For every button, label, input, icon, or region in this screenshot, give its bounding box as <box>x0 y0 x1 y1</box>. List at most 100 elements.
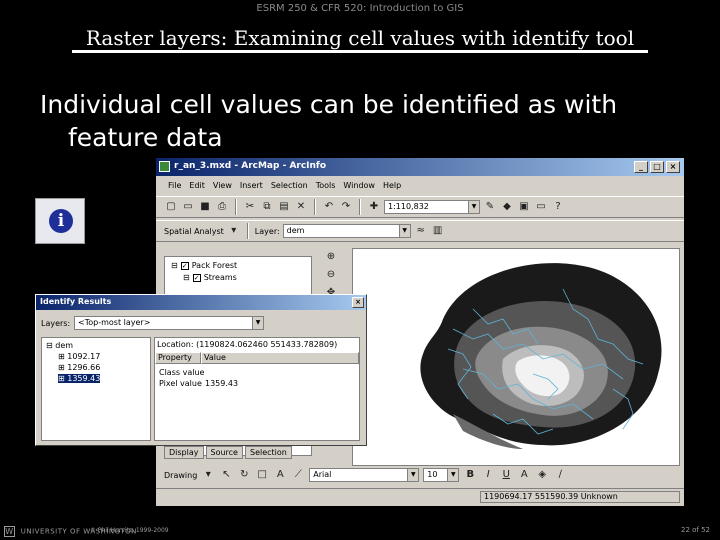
toc-layer-label: Streams <box>203 273 237 282</box>
tab-source[interactable]: Source <box>205 446 243 459</box>
identify-title: Identify Results <box>40 297 112 306</box>
tree-item[interactable]: ⊞ 1092.17 <box>58 352 100 361</box>
uw-w-icon: W <box>4 526 15 537</box>
spatial-analyst-menu[interactable]: Spatial Analyst <box>164 227 224 236</box>
chevron-down-icon[interactable]: ▼ <box>398 225 410 237</box>
identify-tree: ⊟ dem ⊞ 1092.17 ⊞ 1296.66 ⊞ 1359.43 <box>41 337 151 441</box>
menu-edit[interactable]: Edit <box>189 181 205 194</box>
fill-color-icon[interactable]: ◈ <box>535 468 549 482</box>
edit-vertices-icon[interactable]: ⟋ <box>291 468 305 482</box>
zoom-out-icon[interactable]: ⊖ <box>324 268 338 282</box>
editor-icon[interactable]: ✎ <box>483 200 497 214</box>
checkbox-icon[interactable]: ✓ <box>180 261 189 270</box>
help-icon[interactable]: ? <box>551 200 565 214</box>
open-icon[interactable]: ▭ <box>181 200 195 214</box>
identify-tool-button[interactable]: i <box>35 198 85 244</box>
column-header-property[interactable]: Property <box>155 352 201 364</box>
layers-dropdown[interactable]: <Top-most layer> ▼ <box>74 316 264 330</box>
collapse-icon[interactable]: ⊟ <box>171 261 178 270</box>
dem-raster-map <box>420 263 662 449</box>
menu-insert[interactable]: Insert <box>240 181 263 194</box>
histogram-icon[interactable]: ▥ <box>431 224 445 238</box>
arcmap-app-icon <box>159 161 170 172</box>
status-bar: 1190694.17 551590.39 Unknown <box>156 488 684 504</box>
tab-display[interactable]: Display <box>164 446 204 459</box>
minimize-button[interactable]: _ <box>634 161 648 173</box>
chevron-down-icon[interactable]: ▼ <box>468 201 479 213</box>
zoom-in-icon[interactable]: ⊕ <box>324 250 338 264</box>
map-view[interactable] <box>352 248 680 466</box>
drawing-menu[interactable]: Drawing <box>164 471 197 480</box>
chevron-down-icon[interactable]: ▼ <box>252 317 263 329</box>
tree-item-label: 1359.43 <box>67 374 101 383</box>
menu-window[interactable]: Window <box>343 181 375 194</box>
font-combo[interactable]: Arial ▼ <box>309 468 420 482</box>
identify-title-bar: Identify Results × <box>36 295 366 310</box>
font-size-combo[interactable]: 10 ▼ <box>423 468 460 482</box>
tree-root-label: dem <box>55 341 74 350</box>
new-icon[interactable]: ▢ <box>164 200 178 214</box>
drawing-toolbar: Drawing ▾ ↖ ↻ □ A ⟋ Arial ▼ 10 ▼ B I U A… <box>164 466 680 484</box>
close-button[interactable]: × <box>666 161 680 173</box>
select-elements-icon[interactable]: ↖ <box>219 468 233 482</box>
toc-data-frame[interactable]: ⊟ ✓ Pack Forest <box>171 261 237 270</box>
bold-button[interactable]: B <box>463 468 477 482</box>
copy-icon[interactable]: ⧉ <box>260 200 274 214</box>
cut-icon[interactable]: ✂ <box>243 200 257 214</box>
paste-icon[interactable]: ▤ <box>277 200 291 214</box>
arctoolbox-icon[interactable]: ◆ <box>500 200 514 214</box>
menu-tools[interactable]: Tools <box>316 181 336 194</box>
menu-selection[interactable]: Selection <box>271 181 308 194</box>
chevron-down-icon[interactable]: ▼ <box>407 469 419 481</box>
checkbox-icon[interactable]: ✓ <box>192 273 201 282</box>
expand-icon[interactable]: ⊞ <box>58 352 65 361</box>
tree-item-selected[interactable]: ⊞ 1359.43 <box>58 374 101 383</box>
property-value: 1359.43 <box>205 379 239 388</box>
save-icon[interactable]: ■ <box>198 200 212 214</box>
chevron-down-icon[interactable]: ▼ <box>447 469 459 481</box>
chevron-down-icon[interactable]: ▾ <box>227 224 241 238</box>
line-color-icon[interactable]: ∕ <box>553 468 567 482</box>
layers-label: Layers: <box>41 319 71 328</box>
column-header-value[interactable]: Value <box>201 352 359 364</box>
expand-icon[interactable]: ⊞ <box>58 374 65 383</box>
add-data-icon[interactable]: ✚ <box>367 200 381 214</box>
layers-dropdown-value: <Top-most layer> <box>78 318 151 327</box>
toc-layer-streams[interactable]: ⊟ ✓ Streams <box>183 273 237 282</box>
font-size-value: 10 <box>427 470 438 479</box>
text-icon[interactable]: A <box>273 468 287 482</box>
underline-button[interactable]: U <box>499 468 513 482</box>
collapse-icon[interactable]: ⊟ <box>183 273 190 282</box>
undo-icon[interactable]: ↶ <box>322 200 336 214</box>
bullet-text: Individual cell values can be identified… <box>40 88 700 154</box>
map-scale-combo[interactable]: 1:110,832 ▼ <box>384 200 480 214</box>
toolbar-separator <box>235 199 237 215</box>
print-icon[interactable]: ⎙ <box>215 200 229 214</box>
menu-view[interactable]: View <box>213 181 232 194</box>
course-header: ESRM 250 & CFR 520: Introduction to GIS <box>256 3 464 14</box>
chevron-down-icon[interactable]: ▾ <box>201 468 215 482</box>
redo-icon[interactable]: ↷ <box>339 200 353 214</box>
arccatalog-icon[interactable]: ▣ <box>517 200 531 214</box>
collapse-icon[interactable]: ⊟ <box>46 341 53 350</box>
tab-selection[interactable]: Selection <box>244 446 292 459</box>
delete-icon[interactable]: ✕ <box>294 200 308 214</box>
spatial-analyst-toolbar: Spatial Analyst ▾ Layer: dem ▼ ≈ ▥ <box>156 220 684 242</box>
tree-item[interactable]: ⊞ 1296.66 <box>58 363 100 372</box>
font-color-icon[interactable]: A <box>517 468 531 482</box>
maximize-button[interactable]: □ <box>650 161 664 173</box>
italic-button[interactable]: I <box>481 468 495 482</box>
layer-combo[interactable]: dem ▼ <box>282 224 411 238</box>
toc-tabs: Display Source Selection <box>164 446 292 459</box>
page-number: 22 of 52 <box>680 526 710 534</box>
expand-icon[interactable]: ⊞ <box>58 363 65 372</box>
table-row: Class value <box>159 368 204 377</box>
tree-root[interactable]: ⊟ dem <box>46 341 73 350</box>
rectangle-icon[interactable]: □ <box>255 468 269 482</box>
close-button[interactable]: × <box>352 297 364 308</box>
contour-icon[interactable]: ≈ <box>414 224 428 238</box>
menu-help[interactable]: Help <box>383 181 401 194</box>
menu-file[interactable]: File <box>168 181 181 194</box>
command-line-icon[interactable]: ▭ <box>534 200 548 214</box>
rotate-icon[interactable]: ↻ <box>237 468 251 482</box>
